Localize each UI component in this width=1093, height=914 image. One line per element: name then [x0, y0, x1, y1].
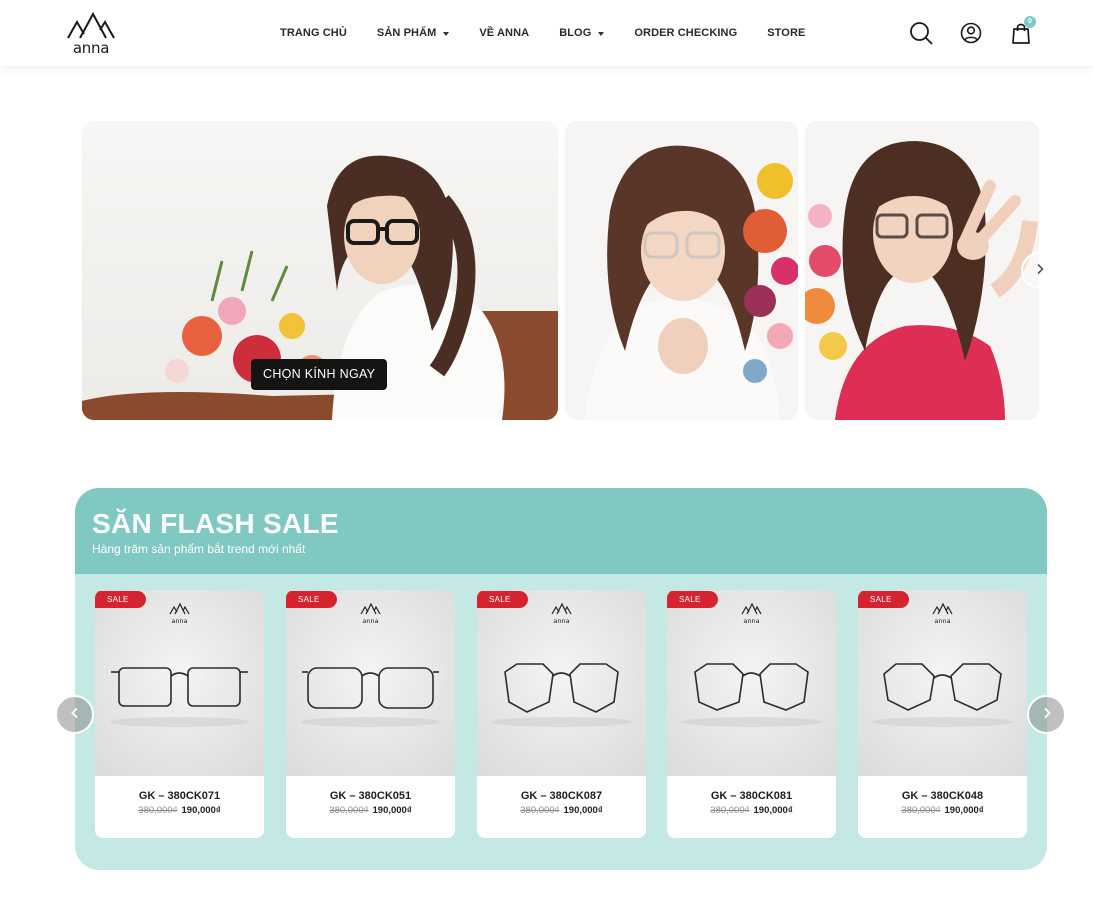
- product-name[interactable]: GK – 380CK087: [477, 790, 646, 802]
- flash-sale-subtitle: Hàng trăm sản phẩm bắt trend mới nhất: [92, 542, 306, 556]
- svg-text:anna: anna: [362, 617, 378, 625]
- product-price: 380,000₫ 190,000₫: [95, 805, 264, 816]
- old-price: 380,000₫: [901, 805, 941, 816]
- main-nav: TRANG CHỦ SẢN PHẨM VỀ ANNA BLOG ORDER CH…: [280, 0, 835, 66]
- old-price: 380,000₫: [138, 805, 178, 816]
- product-price: 380,000₫ 190,000₫: [286, 805, 455, 816]
- anna-logo[interactable]: anna: [64, 10, 118, 57]
- sale-price: 190,000₫: [944, 805, 984, 816]
- product-price: 380,000₫ 190,000₫: [858, 805, 1027, 816]
- sale-price: 190,000₫: [563, 805, 603, 816]
- sale-price: 190,000₫: [181, 805, 221, 816]
- cart-count-badge: 0: [1024, 16, 1036, 28]
- product-price: 380,000₫ 190,000₫: [667, 805, 836, 816]
- site-header: anna TRANG CHỦ SẢN PHẨM VỀ ANNA BLOG ORD…: [0, 0, 1093, 66]
- svg-text:anna: anna: [743, 617, 759, 625]
- product-image[interactable]: anna: [477, 590, 646, 776]
- product-name[interactable]: GK – 380CK048: [858, 790, 1027, 802]
- product-name[interactable]: GK – 380CK051: [286, 790, 455, 802]
- sale-badge: SALE: [477, 591, 528, 608]
- shopping-bag-icon[interactable]: 0: [1008, 16, 1036, 46]
- sale-badge: SALE: [95, 591, 146, 608]
- caret-down-icon: [598, 31, 605, 36]
- old-price: 380,000₫: [710, 805, 750, 816]
- product-image[interactable]: anna: [667, 590, 836, 776]
- choose-glasses-button[interactable]: CHỌN KÍNH NGAY: [251, 359, 388, 390]
- caret-down-icon: [443, 31, 450, 36]
- sale-price: 190,000₫: [753, 805, 793, 816]
- nav-item-label: SẢN PHẨM: [376, 27, 437, 39]
- product-card[interactable]: SALE anna GK – 380CK071 380,000₫ 190,000₫: [95, 590, 264, 838]
- product-name[interactable]: GK – 380CK071: [95, 790, 264, 802]
- product-card[interactable]: SALE anna GK – 380CK081 380,000₫ 190,000₫: [667, 590, 836, 838]
- nav-item-store[interactable]: STORE: [767, 27, 805, 39]
- old-price: 380,000₫: [329, 805, 369, 816]
- nav-item-label: ORDER CHECKING: [634, 27, 738, 39]
- search-icon[interactable]: [908, 20, 934, 46]
- hero-slide-2[interactable]: [565, 121, 798, 420]
- hero-slide-3[interactable]: [805, 121, 1039, 420]
- flash-sale-header: SĂN FLASH SALE Hàng trăm sản phẩm bắt tr…: [75, 488, 1047, 574]
- nav-item-ve-anna[interactable]: VỀ ANNA: [479, 27, 529, 39]
- sale-price: 190,000₫: [372, 805, 412, 816]
- flash-sale-title: SĂN FLASH SALE: [92, 508, 339, 539]
- product-image[interactable]: anna: [858, 590, 1027, 776]
- chevron-left-icon: [69, 706, 81, 724]
- chevron-right-icon: [1041, 706, 1053, 724]
- nav-item-label: VỀ ANNA: [479, 27, 530, 39]
- sale-badge: SALE: [286, 591, 337, 608]
- product-card[interactable]: SALE anna GK – 380CK087 380,000₫ 190,000₫: [477, 590, 646, 838]
- flash-sale-next-button[interactable]: [1027, 695, 1066, 734]
- sale-badge: SALE: [858, 591, 909, 608]
- svg-text:anna: anna: [934, 617, 950, 625]
- nav-item-trang-chu[interactable]: TRANG CHỦ: [280, 27, 347, 39]
- product-price: 380,000₫ 190,000₫: [477, 805, 646, 816]
- svg-text:anna: anna: [73, 39, 109, 56]
- nav-item-order-checking[interactable]: ORDER CHECKING: [634, 27, 737, 39]
- nav-item-label: TRANG CHỦ: [280, 27, 347, 39]
- product-card[interactable]: SALE anna GK – 380CK051 380,000₫ 190,000₫: [286, 590, 455, 838]
- svg-text:anna: anna: [171, 617, 187, 625]
- user-icon[interactable]: [958, 20, 984, 46]
- svg-text:anna: anna: [553, 617, 569, 625]
- product-image[interactable]: anna: [286, 590, 455, 776]
- old-price: 380,000₫: [520, 805, 560, 816]
- flash-sale-prev-button[interactable]: [55, 695, 94, 734]
- product-name[interactable]: GK – 380CK081: [667, 790, 836, 802]
- nav-item-blog[interactable]: BLOG: [559, 27, 605, 39]
- nav-item-label: STORE: [767, 27, 806, 39]
- nav-item-san-pham[interactable]: SẢN PHẨM: [376, 27, 450, 39]
- sale-badge: SALE: [667, 591, 718, 608]
- nav-item-label: BLOG: [559, 27, 592, 39]
- product-card[interactable]: SALE anna GK – 380CK048 380,000₫ 190,000₫: [858, 590, 1027, 838]
- product-image[interactable]: anna: [95, 590, 264, 776]
- chevron-right-icon: [1034, 262, 1046, 280]
- hero-next-button[interactable]: [1021, 252, 1058, 289]
